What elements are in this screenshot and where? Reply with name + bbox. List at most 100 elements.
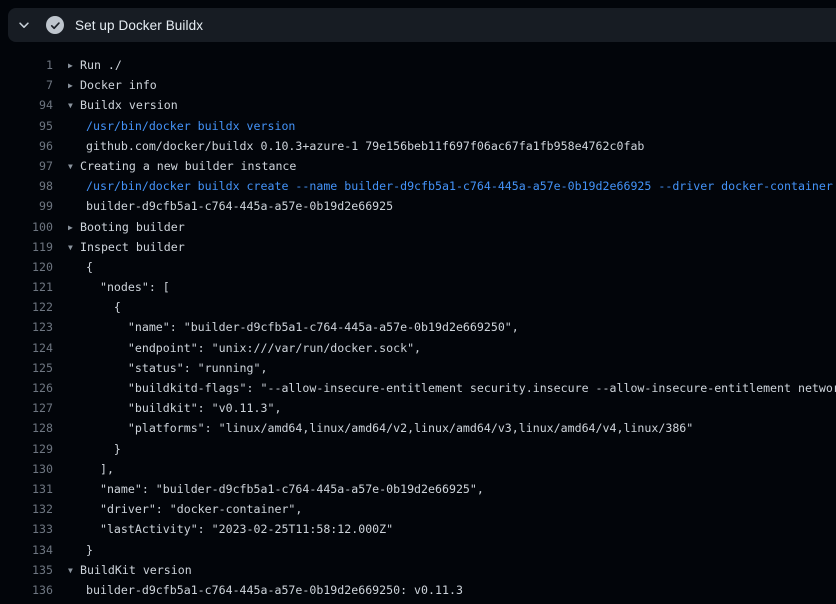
log-line-row: 123 "name": "builder-d9cfb5a1-c764-445a-…: [0, 317, 836, 337]
log-output-text: "status": "running",: [86, 361, 267, 375]
log-output-text: {: [86, 300, 121, 314]
log-line-body: "status": "running",: [68, 358, 267, 378]
log-line-body: ▶Booting builder: [68, 217, 185, 237]
line-number[interactable]: 120: [0, 257, 53, 277]
line-number[interactable]: 127: [0, 398, 53, 418]
log-line-body: ▼Buildx version: [68, 95, 178, 115]
log-line-body: ▼Inspect builder: [68, 237, 185, 257]
line-number[interactable]: 122: [0, 297, 53, 317]
log-line-row: 125 "status": "running",: [0, 358, 836, 378]
triangle-down-icon[interactable]: ▼: [68, 157, 80, 177]
step-header[interactable]: Set up Docker Buildx: [8, 8, 836, 42]
log-group-row[interactable]: 100 ▶Booting builder: [0, 217, 836, 237]
log-group-row[interactable]: 94 ▼Buildx version: [0, 95, 836, 115]
line-number[interactable]: 121: [0, 277, 53, 297]
line-number[interactable]: 96: [0, 136, 53, 156]
log-output-text: github.com/docker/buildx 0.10.3+azure-1 …: [86, 139, 644, 153]
log-line-body: /usr/bin/docker buildx create --name bui…: [68, 176, 833, 196]
log-command-text: /usr/bin/docker buildx create --name bui…: [86, 179, 833, 193]
line-number[interactable]: 133: [0, 519, 53, 539]
log-output-text: "name": "builder-d9cfb5a1-c764-445a-a57e…: [86, 482, 484, 496]
log-line-body: "driver": "docker-container",: [68, 499, 302, 519]
log-output-text: builder-d9cfb5a1-c764-445a-a57e-0b19d2e6…: [86, 199, 393, 213]
line-number[interactable]: 100: [0, 217, 53, 237]
line-number[interactable]: 123: [0, 317, 53, 337]
line-number[interactable]: 119: [0, 237, 53, 257]
log-output-text: }: [86, 442, 121, 456]
triangle-right-icon[interactable]: ▶: [68, 56, 80, 76]
triangle-down-icon[interactable]: ▼: [68, 96, 80, 116]
log-line-body: github.com/docker/buildx 0.10.3+azure-1 …: [68, 136, 644, 156]
log-line-row: 96 github.com/docker/buildx 0.10.3+azure-…: [0, 136, 836, 156]
log-line-body: ▼BuildKit version: [68, 560, 192, 580]
line-number[interactable]: 132: [0, 499, 53, 519]
line-number[interactable]: 135: [0, 560, 53, 580]
line-number[interactable]: 129: [0, 439, 53, 459]
log-group-row[interactable]: 119 ▼Inspect builder: [0, 237, 836, 257]
triangle-right-icon[interactable]: ▶: [68, 218, 80, 238]
line-number[interactable]: 124: [0, 338, 53, 358]
log-line-row: 130 ],: [0, 459, 836, 479]
log-line-body: ▶Run ./: [68, 55, 122, 75]
log-group-title: Creating a new builder instance: [80, 159, 296, 173]
line-number[interactable]: 130: [0, 459, 53, 479]
log-line-row: 121 "nodes": [: [0, 277, 836, 297]
chevron-down-icon[interactable]: [16, 17, 32, 33]
log-group-row[interactable]: 97 ▼Creating a new builder instance: [0, 156, 836, 176]
log-line-body: ▼Creating a new builder instance: [68, 156, 296, 176]
log-output-text: builder-d9cfb5a1-c764-445a-a57e-0b19d2e6…: [86, 583, 463, 597]
log-line-row: 120 {: [0, 257, 836, 277]
log-group-row[interactable]: 1 ▶Run ./: [0, 55, 836, 75]
line-number[interactable]: 97: [0, 156, 53, 176]
line-number[interactable]: 99: [0, 196, 53, 216]
log-line-row: 132 "driver": "docker-container",: [0, 499, 836, 519]
triangle-right-icon[interactable]: ▶: [68, 76, 80, 96]
line-number[interactable]: 126: [0, 378, 53, 398]
line-number[interactable]: 98: [0, 176, 53, 196]
log-group-title: Docker info: [80, 78, 157, 92]
log-lines: 1▶Run ./7▶Docker info94▼Buildx version95…: [0, 42, 836, 600]
log-output-text: "name": "builder-d9cfb5a1-c764-445a-a57e…: [86, 320, 519, 334]
log-line-row: 98/usr/bin/docker buildx create --name b…: [0, 176, 836, 196]
line-number[interactable]: 7: [0, 75, 53, 95]
log-line-row: 124 "endpoint": "unix:///var/run/docker.…: [0, 338, 836, 358]
log-group-title: Inspect builder: [80, 240, 185, 254]
log-group-row[interactable]: 135 ▼BuildKit version: [0, 560, 836, 580]
line-number[interactable]: 95: [0, 116, 53, 136]
log-line-body: /usr/bin/docker buildx version: [68, 116, 295, 136]
line-number[interactable]: 134: [0, 540, 53, 560]
log-line-body: "name": "builder-d9cfb5a1-c764-445a-a57e…: [68, 317, 519, 337]
triangle-down-icon[interactable]: ▼: [68, 238, 80, 258]
log-line-row: 99 builder-d9cfb5a1-c764-445a-a57e-0b19d2…: [0, 196, 836, 216]
log-line-body: "lastActivity": "2023-02-25T11:58:12.000…: [68, 519, 393, 539]
log-group-row[interactable]: 7 ▶Docker info: [0, 75, 836, 95]
log-line-row: 95/usr/bin/docker buildx version: [0, 116, 836, 136]
log-line-row: 122 {: [0, 297, 836, 317]
log-group-title: BuildKit version: [80, 563, 192, 577]
log-line-row: 133 "lastActivity": "2023-02-25T11:58:12…: [0, 519, 836, 539]
log-line-body: "buildkitd-flags": "--allow-insecure-ent…: [68, 378, 836, 398]
log-line-row: 128 "platforms": "linux/amd64,linux/amd6…: [0, 418, 836, 438]
log-line-row: 134}: [0, 540, 836, 560]
log-output-text: "buildkitd-flags": "--allow-insecure-ent…: [86, 381, 836, 395]
log-line-body: }: [68, 540, 93, 560]
line-number[interactable]: 94: [0, 95, 53, 115]
triangle-down-icon[interactable]: ▼: [68, 561, 80, 581]
log-group-title: Run ./: [80, 58, 122, 72]
log-output-text: {: [86, 260, 93, 274]
log-line-body: ],: [68, 459, 114, 479]
log-line-row: 126 "buildkitd-flags": "--allow-insecure…: [0, 378, 836, 398]
log-output-text: }: [86, 543, 93, 557]
line-number[interactable]: 131: [0, 479, 53, 499]
line-number[interactable]: 125: [0, 358, 53, 378]
log-line-body: builder-d9cfb5a1-c764-445a-a57e-0b19d2e6…: [68, 580, 463, 600]
line-number[interactable]: 136: [0, 580, 53, 600]
log-group-title: Booting builder: [80, 220, 185, 234]
log-output-text: "platforms": "linux/amd64,linux/amd64/v2…: [86, 421, 693, 435]
log-line-row: 136 builder-d9cfb5a1-c764-445a-a57e-0b19d…: [0, 580, 836, 600]
log-line-row: 131 "name": "builder-d9cfb5a1-c764-445a-…: [0, 479, 836, 499]
line-number[interactable]: 128: [0, 418, 53, 438]
log-command-text: /usr/bin/docker buildx version: [86, 119, 295, 133]
log-line-body: builder-d9cfb5a1-c764-445a-a57e-0b19d2e6…: [68, 196, 393, 216]
line-number[interactable]: 1: [0, 55, 53, 75]
